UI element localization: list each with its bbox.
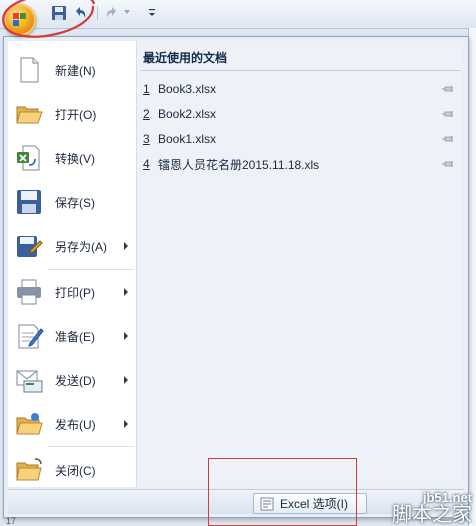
recent-document-number: 1 xyxy=(143,82,150,96)
menu-item-label: 转换(V) xyxy=(55,151,95,166)
submenu-arrow-icon xyxy=(124,332,128,340)
recent-document-item[interactable]: 2 Book2.xlsx xyxy=(143,104,459,124)
save-as-icon xyxy=(17,236,43,257)
recent-documents-title: 最近使用的文档 xyxy=(143,51,228,65)
recent-document-number: 3 xyxy=(143,132,150,146)
menu-commands: 新建(N) 打开(O) 转换(V) 保存(S) 另存为(A) 打印(P) 准备(… xyxy=(8,41,137,487)
menu-item-new[interactable]: 新建(N) xyxy=(8,51,136,89)
menu-item-save-as[interactable]: 另存为(A) xyxy=(8,227,136,265)
menu-item-label: 发布(U) xyxy=(55,417,96,432)
recent-document-name: 镭恩人员花名册2015.11.18.xls xyxy=(158,157,320,172)
row-number: 17 xyxy=(6,516,17,526)
excel-options-button[interactable]: Excel 选项(I) xyxy=(253,493,367,514)
menu-item-send[interactable]: 发送(D) xyxy=(8,361,136,399)
sheet-edge xyxy=(468,28,476,526)
menu-separator xyxy=(48,269,134,270)
office-menu: 新建(N) 打开(O) 转换(V) 保存(S) 另存为(A) 打印(P) 准备(… xyxy=(3,36,469,518)
recent-document-name: Book3.xlsx xyxy=(158,82,217,96)
menu-item-label: 打开(O) xyxy=(55,107,97,122)
menu-item-label: 发送(D) xyxy=(55,373,96,388)
office-logo-icon xyxy=(13,13,26,26)
menu-item-label: 打印(P) xyxy=(55,285,95,300)
redo-dropdown-icon[interactable] xyxy=(124,10,130,14)
recent-documents-panel: 最近使用的文档 1 Book3.xlsx 2 Book2.xlsx 3 Book… xyxy=(137,41,463,487)
menu-item-publish[interactable]: 发布(U) xyxy=(8,405,136,443)
menu-item-open[interactable]: 打开(O) xyxy=(8,95,136,133)
toolbar-separator xyxy=(97,6,98,20)
menu-item-prepare[interactable]: 准备(E) xyxy=(8,317,136,355)
convert-icon xyxy=(17,145,40,171)
submenu-arrow-icon xyxy=(124,288,128,296)
new-document-icon xyxy=(20,57,39,83)
menu-item-save[interactable]: 保存(S) xyxy=(8,183,136,221)
submenu-arrow-icon xyxy=(124,420,128,428)
recent-document-item[interactable]: 4 镭恩人员花名册2015.11.18.xls xyxy=(143,154,459,174)
pin-icon[interactable] xyxy=(441,134,457,144)
pin-icon[interactable] xyxy=(441,84,457,94)
recent-document-name: Book1.xlsx xyxy=(158,132,217,146)
menu-item-label: 保存(S) xyxy=(55,195,95,210)
watermark: jb51.net 脚本之家 xyxy=(392,491,472,524)
menu-item-label: 关闭(C) xyxy=(55,463,96,478)
recent-document-name: Book2.xlsx xyxy=(158,107,217,121)
submenu-arrow-icon xyxy=(124,376,128,384)
publish-icon xyxy=(16,413,43,435)
recent-document-number: 2 xyxy=(143,107,150,121)
menu-item-label: 新建(N) xyxy=(55,63,96,78)
menu-separator xyxy=(48,446,134,447)
send-icon xyxy=(16,370,43,393)
undo-icon[interactable] xyxy=(72,5,88,21)
excel-options-label: Excel 选项(I) xyxy=(280,497,349,511)
pin-icon[interactable] xyxy=(441,159,457,169)
menu-item-convert[interactable]: 转换(V) xyxy=(8,139,136,177)
prepare-icon xyxy=(18,324,44,349)
menu-item-close[interactable]: 关闭(C) xyxy=(8,451,136,489)
redo-icon[interactable] xyxy=(104,5,120,21)
menu-item-label: 准备(E) xyxy=(55,329,95,344)
save-icon xyxy=(17,190,41,214)
quick-access-toolbar xyxy=(0,0,476,29)
options-icon xyxy=(260,497,274,510)
printer-icon xyxy=(17,279,41,305)
recent-title-divider xyxy=(141,70,461,71)
recent-document-number: 4 xyxy=(143,157,150,171)
save-icon[interactable] xyxy=(51,5,67,21)
office-button[interactable] xyxy=(4,4,36,36)
menu-item-print[interactable]: 打印(P) xyxy=(8,273,136,311)
submenu-arrow-icon xyxy=(124,242,128,250)
watermark-name: 脚本之家 xyxy=(392,502,472,526)
recent-document-item[interactable]: 3 Book1.xlsx xyxy=(143,129,459,149)
pin-icon[interactable] xyxy=(441,109,457,119)
customize-qat-icon[interactable] xyxy=(147,6,157,20)
open-folder-icon xyxy=(16,106,43,124)
close-folder-icon xyxy=(16,458,42,481)
recent-document-item[interactable]: 1 Book3.xlsx xyxy=(143,79,459,99)
menu-item-label: 另存为(A) xyxy=(55,239,107,254)
